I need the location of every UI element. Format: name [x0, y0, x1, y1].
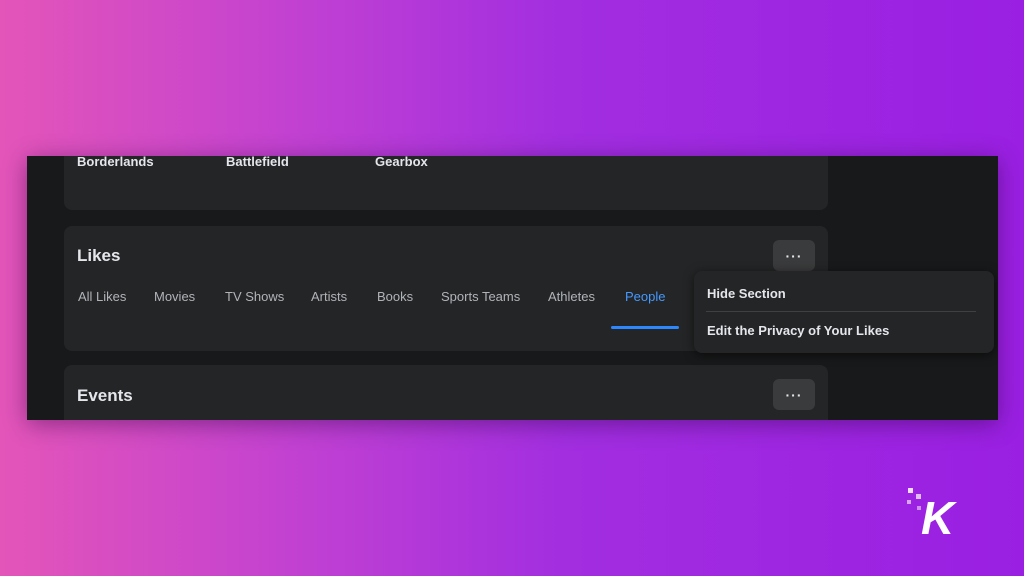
menu-item-hide-section[interactable]: Hide Section — [707, 286, 786, 301]
tab-movies[interactable]: Movies — [154, 289, 195, 329]
tab-books[interactable]: Books — [377, 289, 413, 329]
facebook-profile-window: Borderlands Battlefield Gearbox Likes ··… — [27, 156, 998, 420]
menu-item-edit-privacy[interactable]: Edit the Privacy of Your Likes — [707, 323, 889, 338]
active-tab-underline — [611, 326, 679, 329]
game-item-gearbox[interactable]: Gearbox — [375, 156, 428, 169]
events-title: Events — [77, 386, 133, 405]
events-more-button[interactable]: ··· — [773, 379, 815, 410]
tab-sports-teams[interactable]: Sports Teams — [441, 289, 520, 329]
likes-title: Likes — [77, 246, 121, 265]
game-item-borderlands[interactable]: Borderlands — [77, 156, 154, 169]
tab-athletes[interactable]: Athletes — [548, 289, 595, 329]
knowtechie-logo: K — [905, 486, 965, 544]
tab-people[interactable]: People — [625, 289, 665, 329]
tab-tv-shows[interactable]: TV Shows — [225, 289, 284, 329]
knowtechie-logo-icon: K — [907, 488, 957, 544]
games-card: Borderlands Battlefield Gearbox — [64, 156, 828, 210]
tab-artists[interactable]: Artists — [311, 289, 347, 329]
likes-more-button[interactable]: ··· — [773, 240, 815, 271]
menu-divider — [706, 311, 976, 312]
tab-all-likes[interactable]: All Likes — [78, 289, 126, 329]
game-item-battlefield[interactable]: Battlefield — [226, 156, 289, 169]
likes-options-menu: Hide Section Edit the Privacy of Your Li… — [694, 271, 994, 353]
logo-letter: K — [921, 492, 957, 542]
events-card: Events ··· — [64, 365, 828, 420]
